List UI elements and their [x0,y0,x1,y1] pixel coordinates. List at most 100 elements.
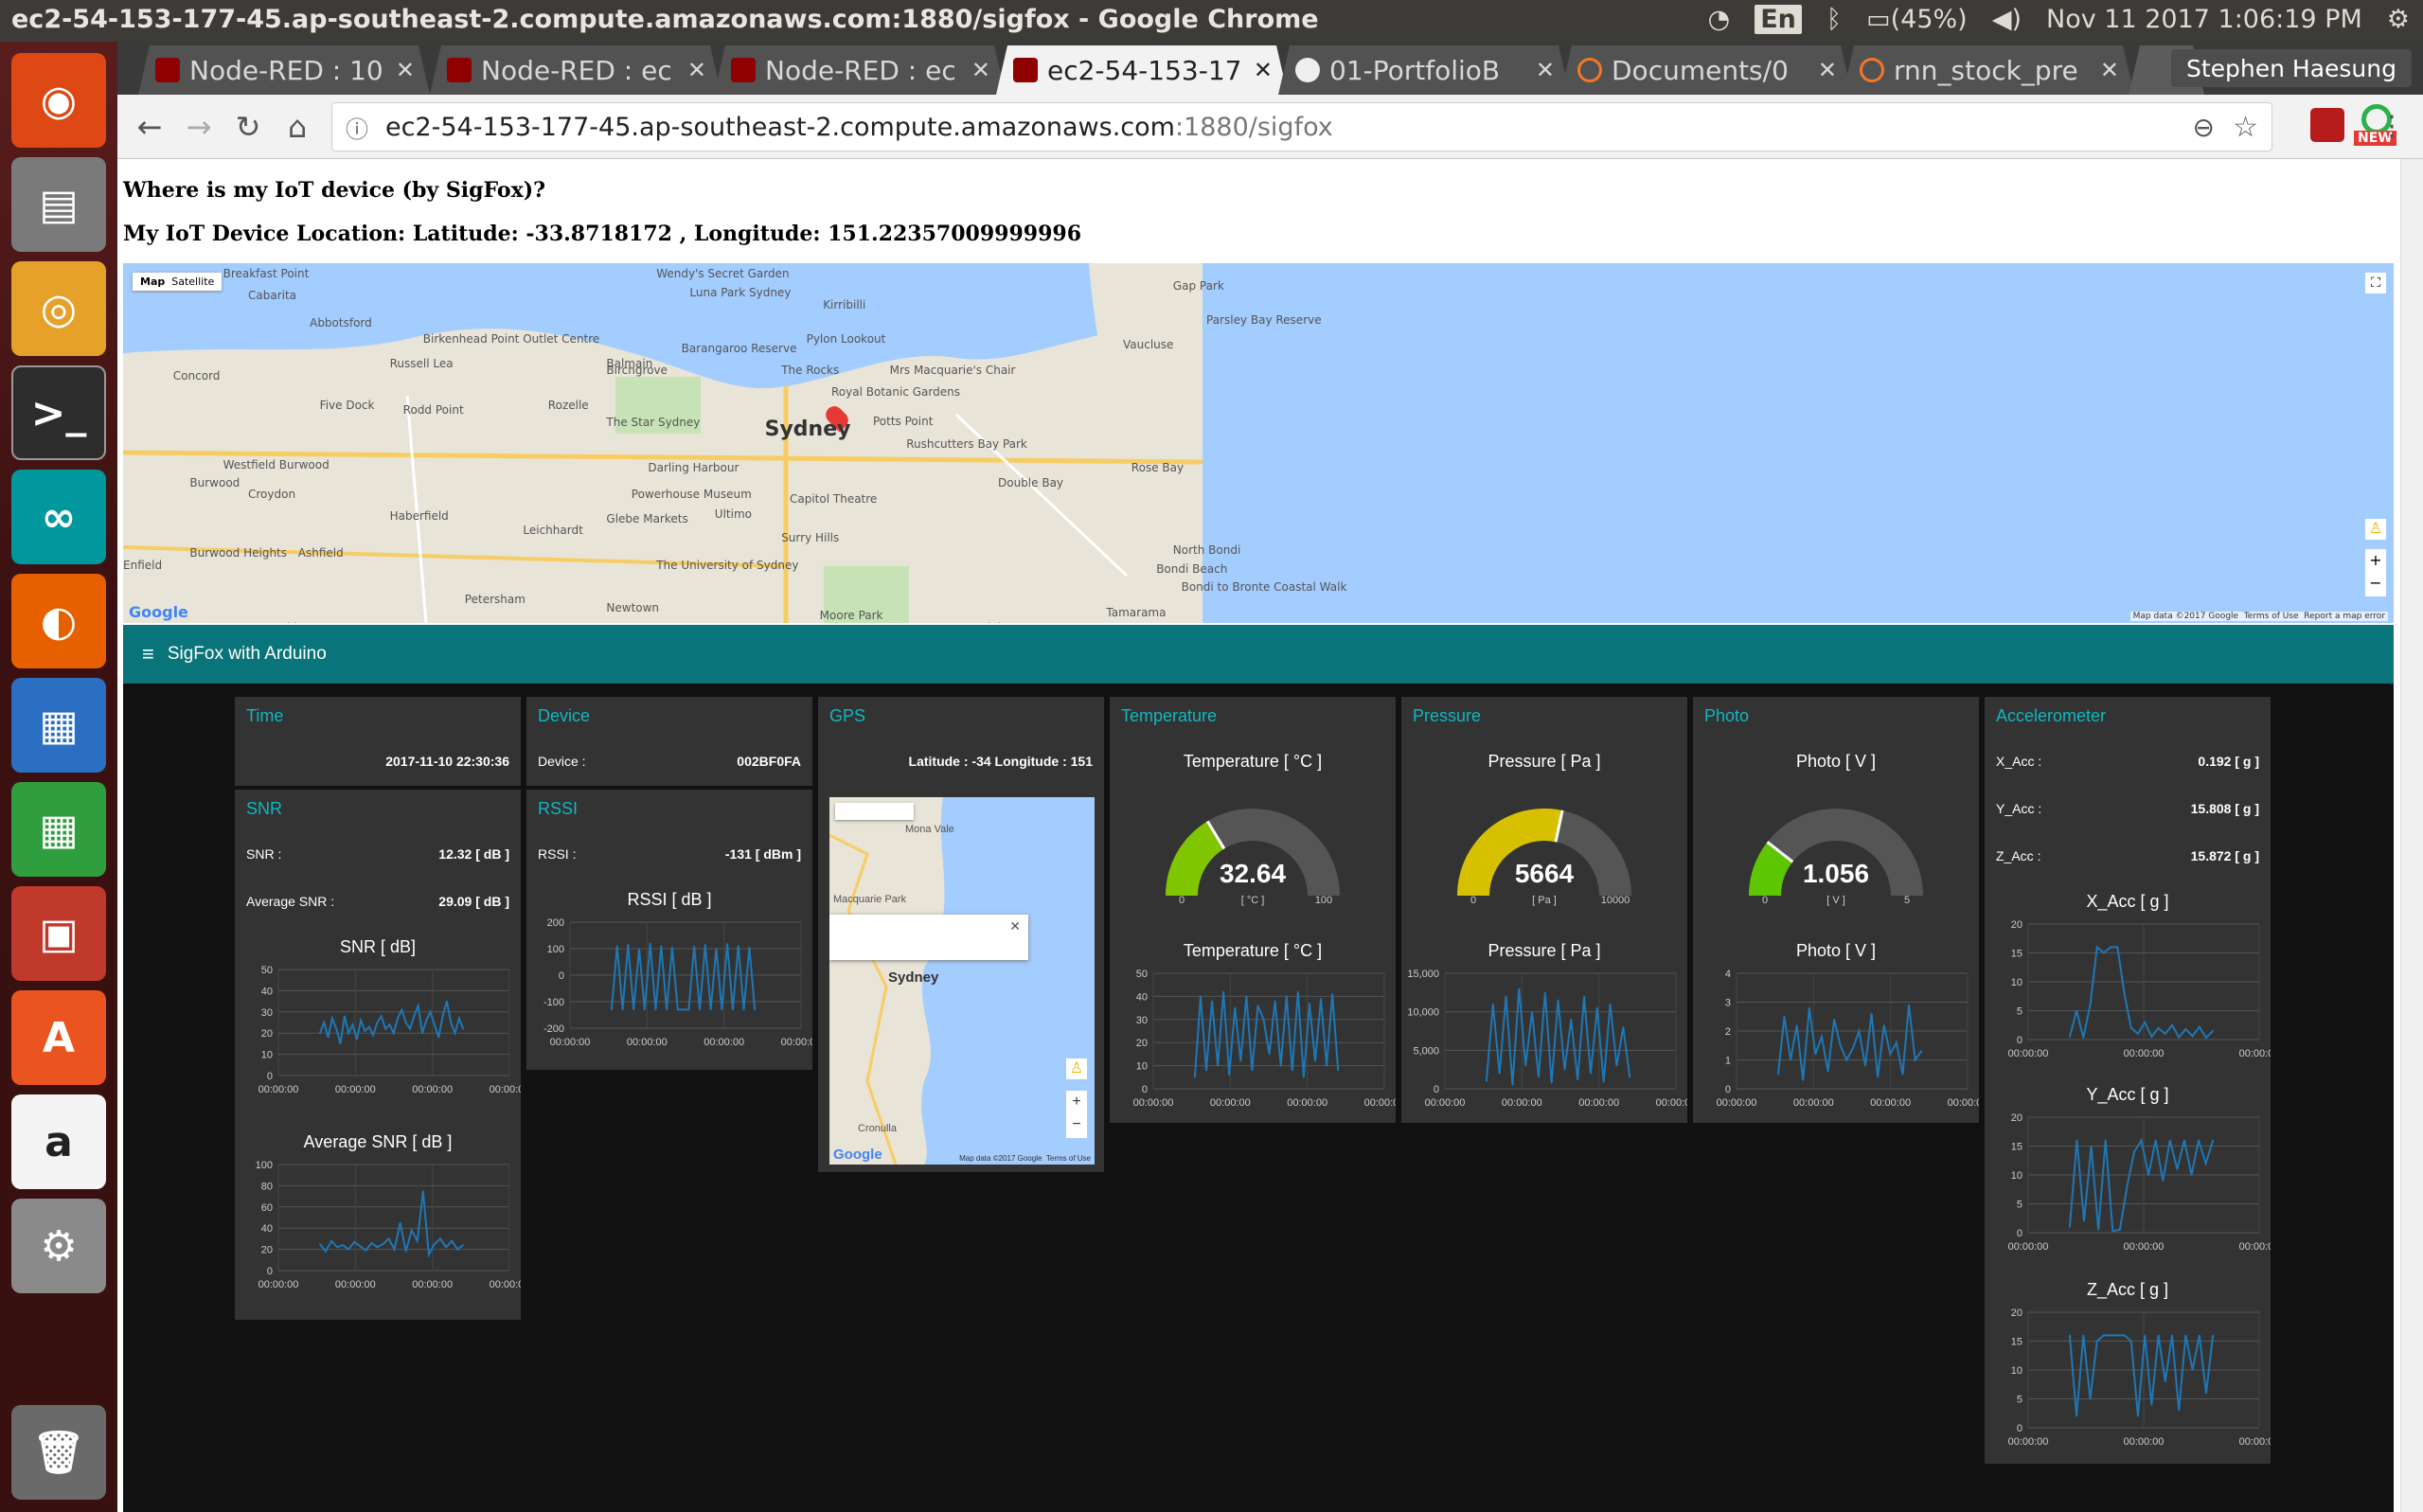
tab-node-red-2[interactable]: Node-RED : ec ✕ [430,45,722,95]
gauge-value: 32.64 [1220,859,1286,888]
dashboard-title: SigFox with Arduino [167,644,327,664]
tab-node-red-3[interactable]: Node-RED : ec ✕ [714,45,1006,95]
close-icon[interactable]: ✕ [396,57,415,83]
close-icon[interactable]: ✕ [687,57,706,83]
info-icon[interactable]: ⓘ [346,111,368,144]
language-indicator[interactable]: En [1755,5,1802,34]
data-point [2212,1334,2214,1337]
zoom-control[interactable]: + − [2365,549,2386,596]
close-icon[interactable]: ✕ [1009,918,1021,934]
data-point [1228,1074,1231,1076]
y-tick-label: 15 [2011,1142,2022,1153]
chart-title: Pressure [ Pa ] [1488,941,1601,960]
data-point [1557,999,1559,1002]
power-gear-icon[interactable]: ⚙ [2387,5,2410,34]
data-point [1486,1080,1488,1082]
gauge-value: 5664 [1515,859,1575,888]
bookmark-star-icon[interactable]: ☆ [2233,111,2258,144]
data-point [2076,1009,2077,1012]
x-acc-value: 0.192 [ g ] [2198,754,2259,769]
zoom-in-icon[interactable]: + [1066,1091,1087,1113]
data-point [2198,1139,2200,1142]
arduino-icon[interactable]: ∞ [11,470,106,564]
data-point [1297,990,1299,993]
terminal-icon[interactable]: >_ [11,365,106,460]
data-point [456,1248,458,1251]
address-bar[interactable]: ⓘ ec2-54-153-177-45.ap-southeast-2.compu… [331,102,2272,151]
files-icon[interactable]: ▤ [11,157,106,252]
google-logo[interactable]: Google [833,1147,882,1163]
gps-map[interactable]: Map Satellite Mona Vale Macquarie Park C… [829,797,1095,1165]
page-scrollbar[interactable] [2400,159,2423,1512]
data-point [2083,1220,2085,1222]
impress-icon[interactable]: ▣ [11,886,106,981]
pegman-icon[interactable]: ♙ [1066,1058,1087,1079]
data-point [2103,1334,2105,1337]
tab-jupyter-documents[interactable]: Documents/0 ✕ [1560,45,1852,95]
data-point [344,1015,346,1018]
close-icon[interactable]: ✕ [1254,57,1273,83]
reload-icon[interactable]: ↻ [227,106,269,148]
amazon-icon[interactable]: a [11,1094,106,1189]
google-logo[interactable]: Google [129,603,188,621]
tab-sigfox-active[interactable]: ec2-54-153-17 ✕ [996,45,1288,95]
clock[interactable]: Nov 11 2017 1:06:19 PM [2046,5,2362,34]
settings-icon[interactable]: ⚙ [11,1199,106,1293]
profile-button[interactable]: Stephen Haesung [2170,49,2412,87]
pegman-icon[interactable]: ♙ [2365,519,2386,540]
software-center-icon[interactable]: A [11,990,106,1085]
gps-map-type-control[interactable]: Map Satellite [835,803,915,820]
fullscreen-icon[interactable]: ⛶ [2365,273,2386,294]
y-tick-label: 0 [2017,1228,2022,1239]
extension-icon[interactable] [2310,108,2344,142]
back-icon[interactable]: ← [129,106,170,148]
data-point [422,1190,424,1192]
data-point [1326,1064,1327,1067]
zoom-icon[interactable]: ⊖ [2193,112,2215,143]
home-icon[interactable]: ⌂ [276,106,318,148]
forward-icon[interactable]: → [178,106,220,148]
chrome-icon[interactable]: ◎ [11,261,106,356]
wifi-icon[interactable]: ◔ [1708,5,1731,34]
close-icon[interactable]: ✕ [1818,57,1837,83]
hamburger-menu-icon[interactable]: ≡ [142,642,154,667]
volume-icon[interactable]: ◀) [1992,5,2022,34]
rssi-label: RSSI : [538,846,577,862]
battery-indicator[interactable]: ▭(45%) [1866,5,1968,34]
zoom-out-icon[interactable]: − [1066,1113,1087,1136]
trash-icon[interactable]: 🗑 [11,1405,106,1500]
gps-zoom-control[interactable]: + − [1066,1091,1087,1138]
data-point [462,1027,464,1030]
data-point [1314,1059,1316,1062]
writer-icon[interactable]: ▦ [11,678,106,773]
bluetooth-icon[interactable]: ᛒ [1826,5,1842,34]
tab-node-red-1[interactable]: Node-RED : 10 ✕ [138,45,430,95]
avg-snr-value: 29.09 [ dB ] [438,894,509,909]
ubuntu-icon[interactable]: ◉ [11,53,106,148]
data-point [1870,1012,1873,1015]
data-point [2164,1380,2166,1382]
firefox-icon[interactable]: ◐ [11,574,106,668]
data-point [1245,995,1248,998]
zoom-out-icon[interactable]: − [2365,572,2386,595]
data-point [2184,1334,2187,1337]
data-point [410,1229,413,1232]
tab-github[interactable]: 01-PortfolioB ✕ [1278,45,1570,95]
zoom-in-icon[interactable]: + [2365,549,2386,572]
map-label: Surry Hills [781,530,840,544]
data-point [1518,987,1521,990]
data-point [2069,1036,2071,1038]
y-tick-label: 0 [267,1071,273,1082]
close-icon[interactable]: ✕ [971,57,990,83]
data-point [421,1032,423,1034]
map-type-control[interactable]: Map Satellite [133,273,223,291]
close-icon[interactable]: ✕ [1536,57,1555,83]
location-map[interactable]: Map Satellite Breakfast Point Cabarita Abb… [123,263,2394,623]
gauge-min: 0 [1762,895,1768,906]
tab-jupyter-rnn[interactable]: rnn_stock_pre ✕ [1843,45,2134,95]
menu-kebab-icon[interactable]: ⋮ [2371,106,2413,148]
calc-icon[interactable]: ▦ [11,782,106,877]
data-point [323,1022,326,1023]
x-tick-label: 00:00:00 [2124,1241,2165,1253]
close-icon[interactable]: ✕ [2100,57,2119,83]
